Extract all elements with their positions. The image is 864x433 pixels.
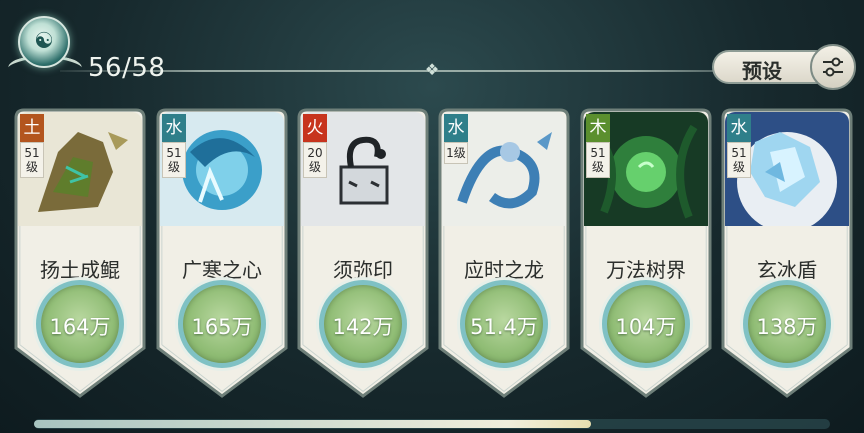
element-badge: 水 — [727, 114, 751, 142]
power-value: 104万 — [615, 315, 677, 339]
power-orb: 142万 — [319, 280, 407, 368]
level-badge: 1级 — [444, 142, 468, 164]
skill-card[interactable]: 火 20级 须弥印 142万 — [297, 108, 429, 398]
power-value: 51.4万 — [470, 315, 538, 339]
power-orb: 51.4万 — [460, 280, 548, 368]
power-orb: 138万 — [743, 280, 831, 368]
skill-card[interactable]: 水 51级 玄冰盾 138万 — [721, 108, 853, 398]
power-orb: 104万 — [602, 280, 690, 368]
skill-count: 56/58 — [88, 53, 166, 83]
skill-card[interactable]: 土 51级 扬土成鲲 164万 — [14, 108, 146, 398]
skill-name: 万法树界 — [606, 258, 686, 282]
top-bar: ❖ ☯ 56/58 预设 — [0, 0, 864, 100]
horizontal-scrollbar[interactable] — [34, 419, 830, 429]
power-value: 142万 — [332, 315, 394, 339]
power-orb: 164万 — [36, 280, 124, 368]
skill-card-list: 土 51级 扬土成鲲 164万 水 51级 广寒之心 165万 火 20级 须弥… — [0, 108, 864, 418]
skill-name: 广寒之心 — [182, 258, 262, 282]
skill-name: 须弥印 — [333, 258, 393, 282]
level-badge: 51级 — [727, 142, 751, 178]
sliders-icon — [823, 57, 843, 77]
skill-name: 应时之龙 — [464, 258, 544, 282]
skill-name: 扬土成鲲 — [40, 258, 120, 282]
element-badge: 火 — [303, 114, 327, 142]
skill-card[interactable]: 木 51级 万法树界 104万 — [580, 108, 712, 398]
taiji-emblem-icon[interactable]: ☯ — [6, 8, 84, 84]
level-badge: 20级 — [303, 142, 327, 178]
preset-label: 预设 — [742, 59, 782, 83]
level-badge: 51级 — [586, 142, 610, 178]
ornament-icon: ❖ — [424, 60, 440, 79]
level-badge: 51级 — [162, 142, 186, 178]
skill-name: 玄冰盾 — [757, 258, 817, 282]
skill-card[interactable]: 水 1级 应时之龙 51.4万 — [438, 108, 570, 398]
settings-button[interactable] — [810, 44, 856, 90]
power-value: 164万 — [49, 315, 111, 339]
element-badge: 水 — [444, 114, 468, 142]
element-badge: 土 — [20, 114, 44, 142]
scrollbar-thumb[interactable] — [34, 420, 592, 428]
power-orb: 165万 — [178, 280, 266, 368]
skill-card[interactable]: 水 51级 广寒之心 165万 — [156, 108, 288, 398]
level-badge: 51级 — [20, 142, 44, 178]
power-value: 138万 — [756, 315, 818, 339]
power-value: 165万 — [191, 315, 253, 339]
preset-control[interactable]: 预设 — [712, 44, 856, 90]
taiji-icon: ☯ — [34, 29, 54, 54]
element-badge: 木 — [586, 114, 610, 142]
element-badge: 水 — [162, 114, 186, 142]
